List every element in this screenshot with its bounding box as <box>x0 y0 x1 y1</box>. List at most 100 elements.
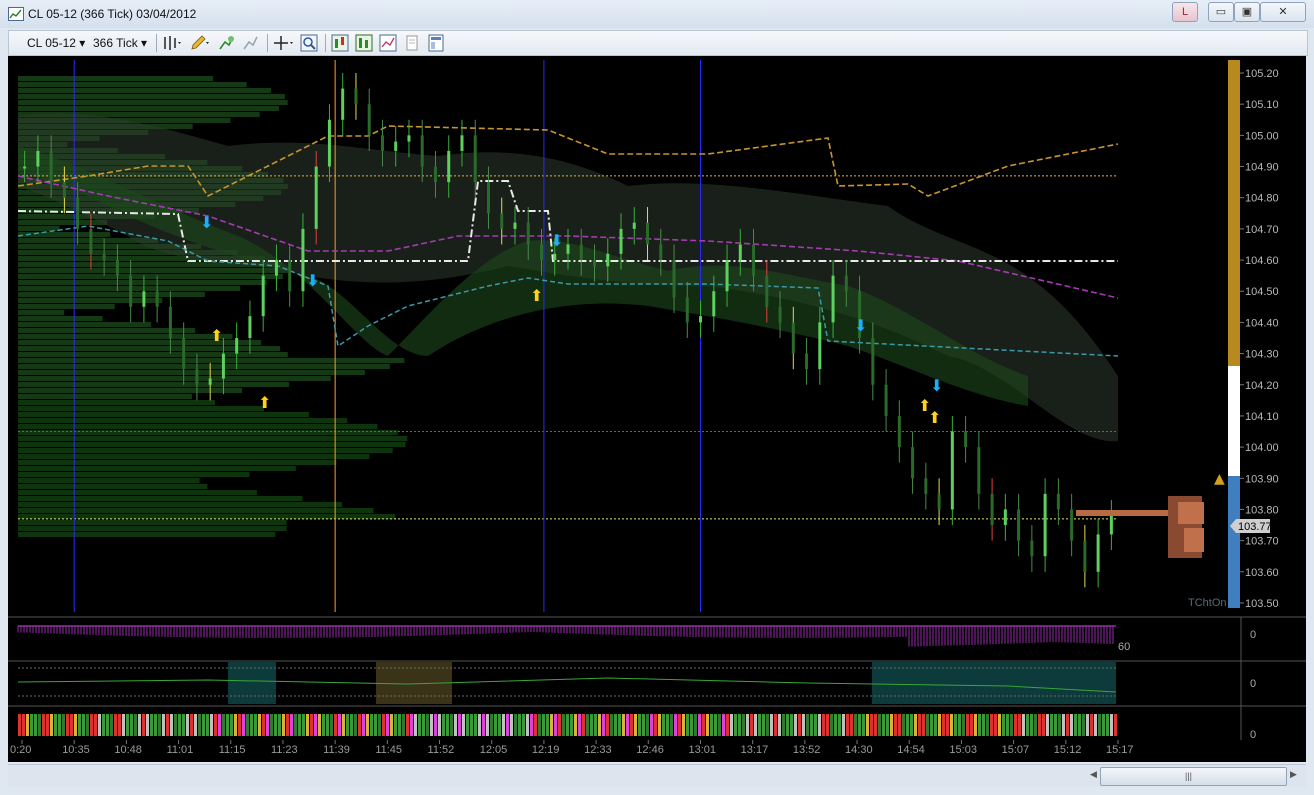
volume-bar <box>634 714 637 736</box>
candle-body <box>261 275 265 317</box>
volume-bar <box>766 714 769 736</box>
strategy-icon[interactable] <box>331 34 349 52</box>
buy-arrow-icon: ⬆ <box>928 408 941 427</box>
volume-bar <box>34 714 37 736</box>
volume-bar <box>174 714 177 736</box>
time-tick-label: 12:05 <box>480 744 508 756</box>
candle-body <box>327 119 331 167</box>
volume-bar <box>822 714 825 736</box>
profile-bar <box>18 268 288 273</box>
price-chart[interactable]: ⬇ ⬇ ⬇ ⬇ ⬇ ⬆ ⬆ ⬆ ⬆ ⬆ ▲ 105.20105.10105.00… <box>8 56 1306 756</box>
volume-bar <box>54 714 57 736</box>
volume-bar <box>366 714 369 736</box>
volume-bar <box>986 714 989 736</box>
candle-body <box>526 222 530 245</box>
volume-panel <box>18 714 1117 736</box>
volume-bar <box>370 714 373 736</box>
volume-bar <box>618 714 621 736</box>
volume-bar <box>1102 714 1105 736</box>
properties-icon[interactable] <box>379 34 397 52</box>
zoom-icon[interactable] <box>300 34 318 52</box>
minimize-button[interactable]: ▭ <box>1208 2 1234 22</box>
candle-body <box>924 478 928 494</box>
remove-indicator-icon[interactable] <box>241 34 259 52</box>
volume-bar <box>82 714 85 736</box>
candle-body <box>235 338 239 354</box>
horizontal-scrollbar[interactable]: ◀ ||| ▶ <box>8 764 1306 787</box>
bar-type-icon[interactable] <box>162 34 181 52</box>
volume-bar <box>982 714 985 736</box>
volume-bar <box>1054 714 1057 736</box>
volume-bar <box>46 714 49 736</box>
candle-body <box>911 447 915 479</box>
data-box-icon[interactable] <box>403 34 421 52</box>
profile-bar <box>18 94 285 99</box>
candle-body <box>168 306 172 338</box>
volume-bar <box>950 714 953 736</box>
instrument-selector[interactable]: CL 05-12 ▾ <box>27 34 85 52</box>
volume-bar <box>1078 714 1081 736</box>
candle-body <box>844 275 848 292</box>
add-indicator-icon[interactable] <box>217 34 235 52</box>
profile-bar <box>18 376 331 381</box>
volume-bar <box>446 714 449 736</box>
scroll-left-icon[interactable]: ◀ <box>1090 769 1097 780</box>
volume-bar <box>158 714 161 736</box>
volume-bar <box>170 714 173 736</box>
scrollbar-thumb[interactable]: ||| <box>1100 767 1287 786</box>
link-button[interactable]: L <box>1172 2 1198 22</box>
grip-icon: ||| <box>1185 771 1193 781</box>
volume-bar <box>322 714 325 736</box>
volume-bar <box>22 714 25 736</box>
crosshair-icon[interactable] <box>273 34 293 52</box>
last-price-marker: 103.77 <box>1230 519 1272 533</box>
volume-bar <box>874 714 877 736</box>
drawing-pencil-icon[interactable] <box>189 34 209 52</box>
maximize-button[interactable]: ▣ <box>1234 2 1260 22</box>
volume-bar <box>882 714 885 736</box>
price-tick-label: 104.30 <box>1245 349 1279 361</box>
scroll-right-icon[interactable]: ▶ <box>1290 769 1297 780</box>
candle-body <box>1017 509 1021 541</box>
volume-bar <box>1082 714 1085 736</box>
volume-bar <box>1098 714 1101 736</box>
profile-bar <box>18 436 408 441</box>
candle-body <box>195 369 199 385</box>
price-tick-label: 103.50 <box>1245 598 1279 610</box>
volume-bar <box>354 714 357 736</box>
volume-bar <box>742 714 745 736</box>
close-button[interactable]: ✕ <box>1260 2 1306 22</box>
template-icon[interactable] <box>427 34 445 52</box>
candle-body <box>407 135 411 142</box>
volume-bar <box>70 714 73 736</box>
volume-bar <box>830 714 833 736</box>
profile-bar <box>18 424 378 429</box>
price-axis-bar-upper <box>1228 60 1240 366</box>
volume-bar <box>998 714 1001 736</box>
volume-bar <box>566 714 569 736</box>
volume-bar <box>894 714 897 736</box>
candle-body <box>990 493 994 526</box>
volume-bar <box>602 714 605 736</box>
volume-bar <box>238 714 241 736</box>
profile-bar <box>18 88 272 93</box>
volume-bar <box>1026 714 1029 736</box>
volume-bar <box>90 714 93 736</box>
title-bar[interactable]: CL 05-12 (366 Tick) 03/04/2012 L ▭ ▣ ✕ <box>0 0 1314 28</box>
volume-bar <box>1106 714 1109 736</box>
volume-bar <box>278 714 281 736</box>
chart-area[interactable]: ⬇ ⬇ ⬇ ⬇ ⬇ ⬆ ⬆ ⬆ ⬆ ⬆ ▲ 105.20 105.10 105.… <box>8 56 1306 762</box>
profile-bar <box>18 298 163 303</box>
volume-bar <box>334 714 337 736</box>
volume-bar <box>274 714 277 736</box>
interval-selector[interactable]: 366 Tick ▾ <box>93 34 147 52</box>
sell-arrow-icon: ⬇ <box>550 231 563 250</box>
chart-trader-icon[interactable] <box>355 34 373 52</box>
chart-window: CL 05-12 (366 Tick) 03/04/2012 L ▭ ▣ ✕ C… <box>0 0 1314 795</box>
profile-bar <box>18 328 196 333</box>
sell-arrow-icon: ⬇ <box>854 316 867 335</box>
volume-bar <box>758 714 761 736</box>
buy-arrow-icon: ⬆ <box>258 393 271 412</box>
volume-bar <box>1002 714 1005 736</box>
candle-body <box>619 228 623 254</box>
